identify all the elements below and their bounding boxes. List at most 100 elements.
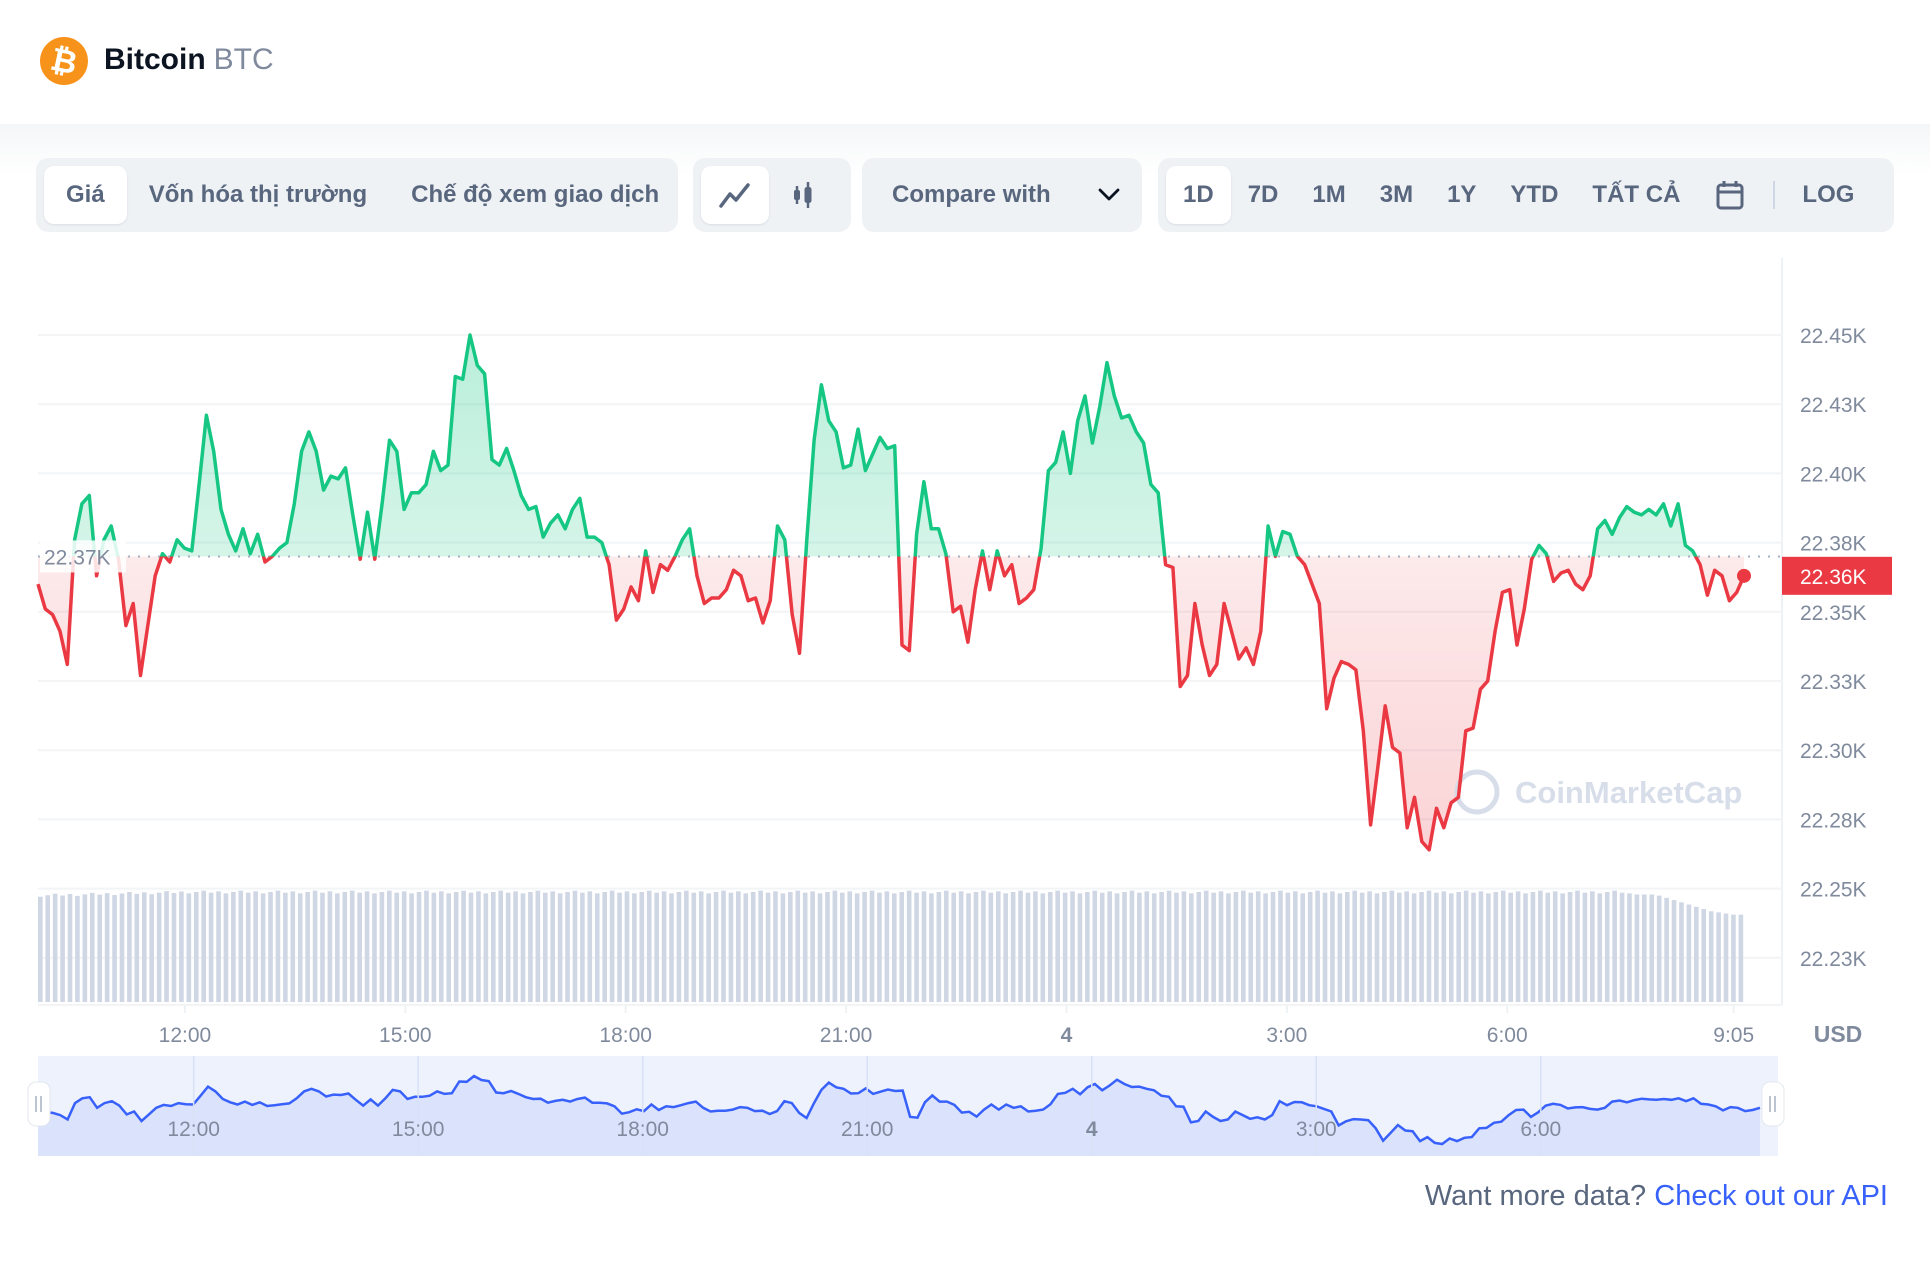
volume-bar bbox=[669, 893, 674, 1002]
volume-bar bbox=[617, 892, 622, 1002]
volume-bar bbox=[1404, 891, 1409, 1002]
volume-bar bbox=[1419, 892, 1424, 1002]
volume-bar bbox=[1701, 909, 1707, 1002]
volume-bar bbox=[1114, 893, 1120, 1002]
volume-bar bbox=[1211, 892, 1216, 1002]
volume-bar bbox=[401, 891, 407, 1002]
volume-bar bbox=[542, 892, 548, 1002]
log-scale-toggle[interactable]: LOG bbox=[1785, 166, 1871, 224]
volume-bar bbox=[1278, 890, 1283, 1002]
volume-bar bbox=[1025, 892, 1031, 1002]
volume-bar bbox=[127, 892, 132, 1002]
volume-bar bbox=[1285, 892, 1291, 1002]
range-3m[interactable]: 3M bbox=[1363, 166, 1430, 224]
volume-bar bbox=[1493, 892, 1499, 1002]
range-7d[interactable]: 7D bbox=[1231, 166, 1296, 224]
compare-dropdown[interactable]: Compare with bbox=[862, 158, 1142, 232]
volume-bar bbox=[1686, 904, 1692, 1002]
minimap-left-handle[interactable] bbox=[27, 1081, 51, 1127]
volume-bar bbox=[557, 893, 563, 1002]
api-link[interactable]: Check out our API bbox=[1654, 1180, 1888, 1212]
volume-bar bbox=[580, 892, 585, 1002]
volume-bar bbox=[60, 895, 65, 1002]
volume-bar bbox=[141, 892, 147, 1002]
volume-bar bbox=[1293, 891, 1298, 1002]
volume-bar bbox=[1426, 890, 1432, 1002]
volume-bar bbox=[260, 893, 266, 1002]
volume-bar bbox=[357, 892, 362, 1002]
volume-bar bbox=[1218, 891, 1224, 1002]
volume-bar bbox=[691, 892, 697, 1002]
volume-bar bbox=[1166, 890, 1172, 1002]
minimap-tick-label: 21:00 bbox=[841, 1118, 894, 1141]
volume-bar bbox=[1226, 893, 1231, 1002]
volume-bar bbox=[1107, 891, 1112, 1002]
volume-bar bbox=[1099, 892, 1105, 1002]
volume-bar bbox=[698, 891, 704, 1002]
volume-bar bbox=[439, 891, 444, 1002]
y-tick-label: 22.30K bbox=[1800, 740, 1867, 763]
range-all[interactable]: TẤT CẢ bbox=[1575, 166, 1697, 224]
coinmarketcap-logo-icon bbox=[1454, 769, 1500, 815]
volume-bar bbox=[342, 892, 348, 1002]
volume-bar bbox=[387, 890, 392, 1002]
coin-name: Bitcoin bbox=[104, 43, 206, 76]
volume-bar bbox=[238, 890, 244, 1002]
y-tick-label: 22.23K bbox=[1800, 948, 1867, 971]
date-picker-button[interactable] bbox=[1697, 166, 1763, 224]
candlestick-button[interactable] bbox=[769, 166, 837, 224]
price-chart[interactable]: 22.45K 22.43K 22.40K 22.38K 22.35K 22.33K 22.3… bbox=[0, 250, 1930, 1170]
volume-bar bbox=[587, 891, 593, 1002]
volume-bar bbox=[914, 892, 919, 1002]
volume-bar bbox=[1627, 893, 1632, 1002]
x-tick-label: 6:00 bbox=[1487, 1024, 1528, 1047]
volume-bar bbox=[1411, 893, 1417, 1002]
volume-bar bbox=[1500, 890, 1506, 1002]
volume-bar bbox=[335, 893, 340, 1002]
minimap-right-handle[interactable] bbox=[1761, 1081, 1785, 1127]
volume-bar bbox=[832, 890, 838, 1002]
volume-bar bbox=[1523, 893, 1528, 1002]
volume-bar bbox=[461, 890, 466, 1002]
range-1d[interactable]: 1D bbox=[1166, 166, 1231, 224]
tab-market-cap[interactable]: Vốn hóa thị trường bbox=[127, 166, 389, 224]
tab-price[interactable]: Giá bbox=[44, 166, 127, 224]
volume-bar bbox=[817, 893, 823, 1002]
volume-bar bbox=[921, 891, 927, 1002]
volume-bar bbox=[728, 892, 734, 1002]
minimap-tick-label: 4 bbox=[1086, 1118, 1098, 1141]
volume-bar bbox=[1092, 890, 1098, 1002]
volume-bar bbox=[654, 892, 659, 1002]
volume-bar bbox=[609, 890, 615, 1002]
api-promo: Want more data? Check out our API bbox=[1425, 1180, 1888, 1213]
volume-bar bbox=[966, 893, 971, 1002]
volume-bar bbox=[661, 891, 667, 1002]
volume-bar bbox=[1656, 895, 1662, 1002]
volume-bar bbox=[186, 893, 192, 1002]
range-1m[interactable]: 1M bbox=[1295, 166, 1362, 224]
range-ytd[interactable]: YTD bbox=[1493, 166, 1575, 224]
volume-bar bbox=[1716, 912, 1721, 1002]
volume-bar bbox=[1047, 892, 1053, 1002]
tab-trading-view[interactable]: Chế độ xem giao dịch bbox=[389, 166, 681, 224]
volume-bar bbox=[1567, 892, 1573, 1002]
price-chart-svg[interactable]: 22.45K 22.43K 22.40K 22.38K 22.35K 22.33K 22.3… bbox=[0, 250, 1930, 1170]
line-chart-icon bbox=[719, 183, 750, 208]
baseline-label: 22.37K bbox=[44, 546, 111, 569]
volume-bar bbox=[1233, 892, 1239, 1002]
volume-bar bbox=[1010, 892, 1016, 1002]
volume-bar bbox=[981, 890, 986, 1002]
line-chart-button[interactable] bbox=[701, 166, 769, 224]
x-tick-label: 12:00 bbox=[159, 1024, 212, 1047]
volume-bar bbox=[1396, 892, 1402, 1002]
volume-bar bbox=[899, 892, 905, 1002]
volume-bar bbox=[1307, 892, 1313, 1002]
volume-bar bbox=[490, 892, 496, 1002]
volume-bar bbox=[1642, 894, 1647, 1002]
volume-bar bbox=[1723, 913, 1729, 1002]
coin-symbol: BTC bbox=[213, 43, 274, 76]
volume-bar bbox=[97, 894, 103, 1002]
minimap-tick-label: 18:00 bbox=[616, 1118, 669, 1141]
volume-bar bbox=[1315, 890, 1320, 1002]
range-1y[interactable]: 1Y bbox=[1430, 166, 1493, 224]
